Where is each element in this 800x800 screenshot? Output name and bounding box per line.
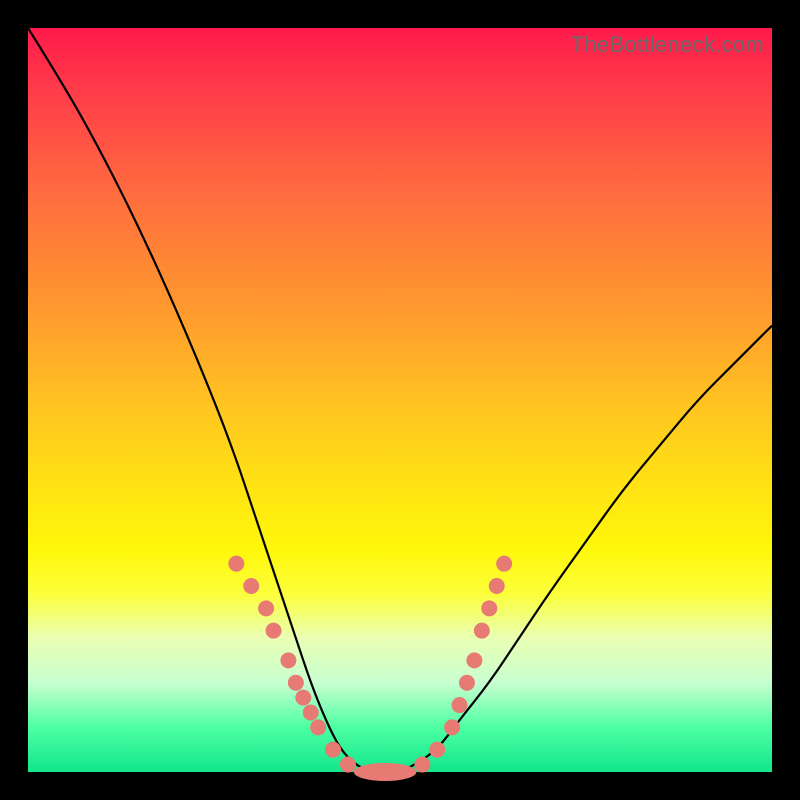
marker-dot [452,697,468,713]
marker-dot [466,652,482,668]
marker-dot [496,556,512,572]
chart-markers [228,556,512,781]
marker-dot [481,600,497,616]
bottleneck-curve-path [28,28,772,772]
marker-dot [444,719,460,735]
marker-dot [266,623,282,639]
marker-dot [459,675,475,691]
marker-dot [303,704,319,720]
marker-dot [258,600,274,616]
chart-svg [28,28,772,772]
marker-dot [489,578,505,594]
marker-dot [429,742,445,758]
chart-plot-area: TheBottleneck.com [28,28,772,772]
marker-dot [325,742,341,758]
marker-lozenge [354,763,417,781]
marker-dot [228,556,244,572]
marker-dot [414,757,430,773]
chart-frame: TheBottleneck.com [0,0,800,800]
marker-dot [243,578,259,594]
marker-dot [310,719,326,735]
marker-dot [288,675,304,691]
marker-dot [295,690,311,706]
marker-dot [280,652,296,668]
marker-dot [340,757,356,773]
marker-dot [474,623,490,639]
